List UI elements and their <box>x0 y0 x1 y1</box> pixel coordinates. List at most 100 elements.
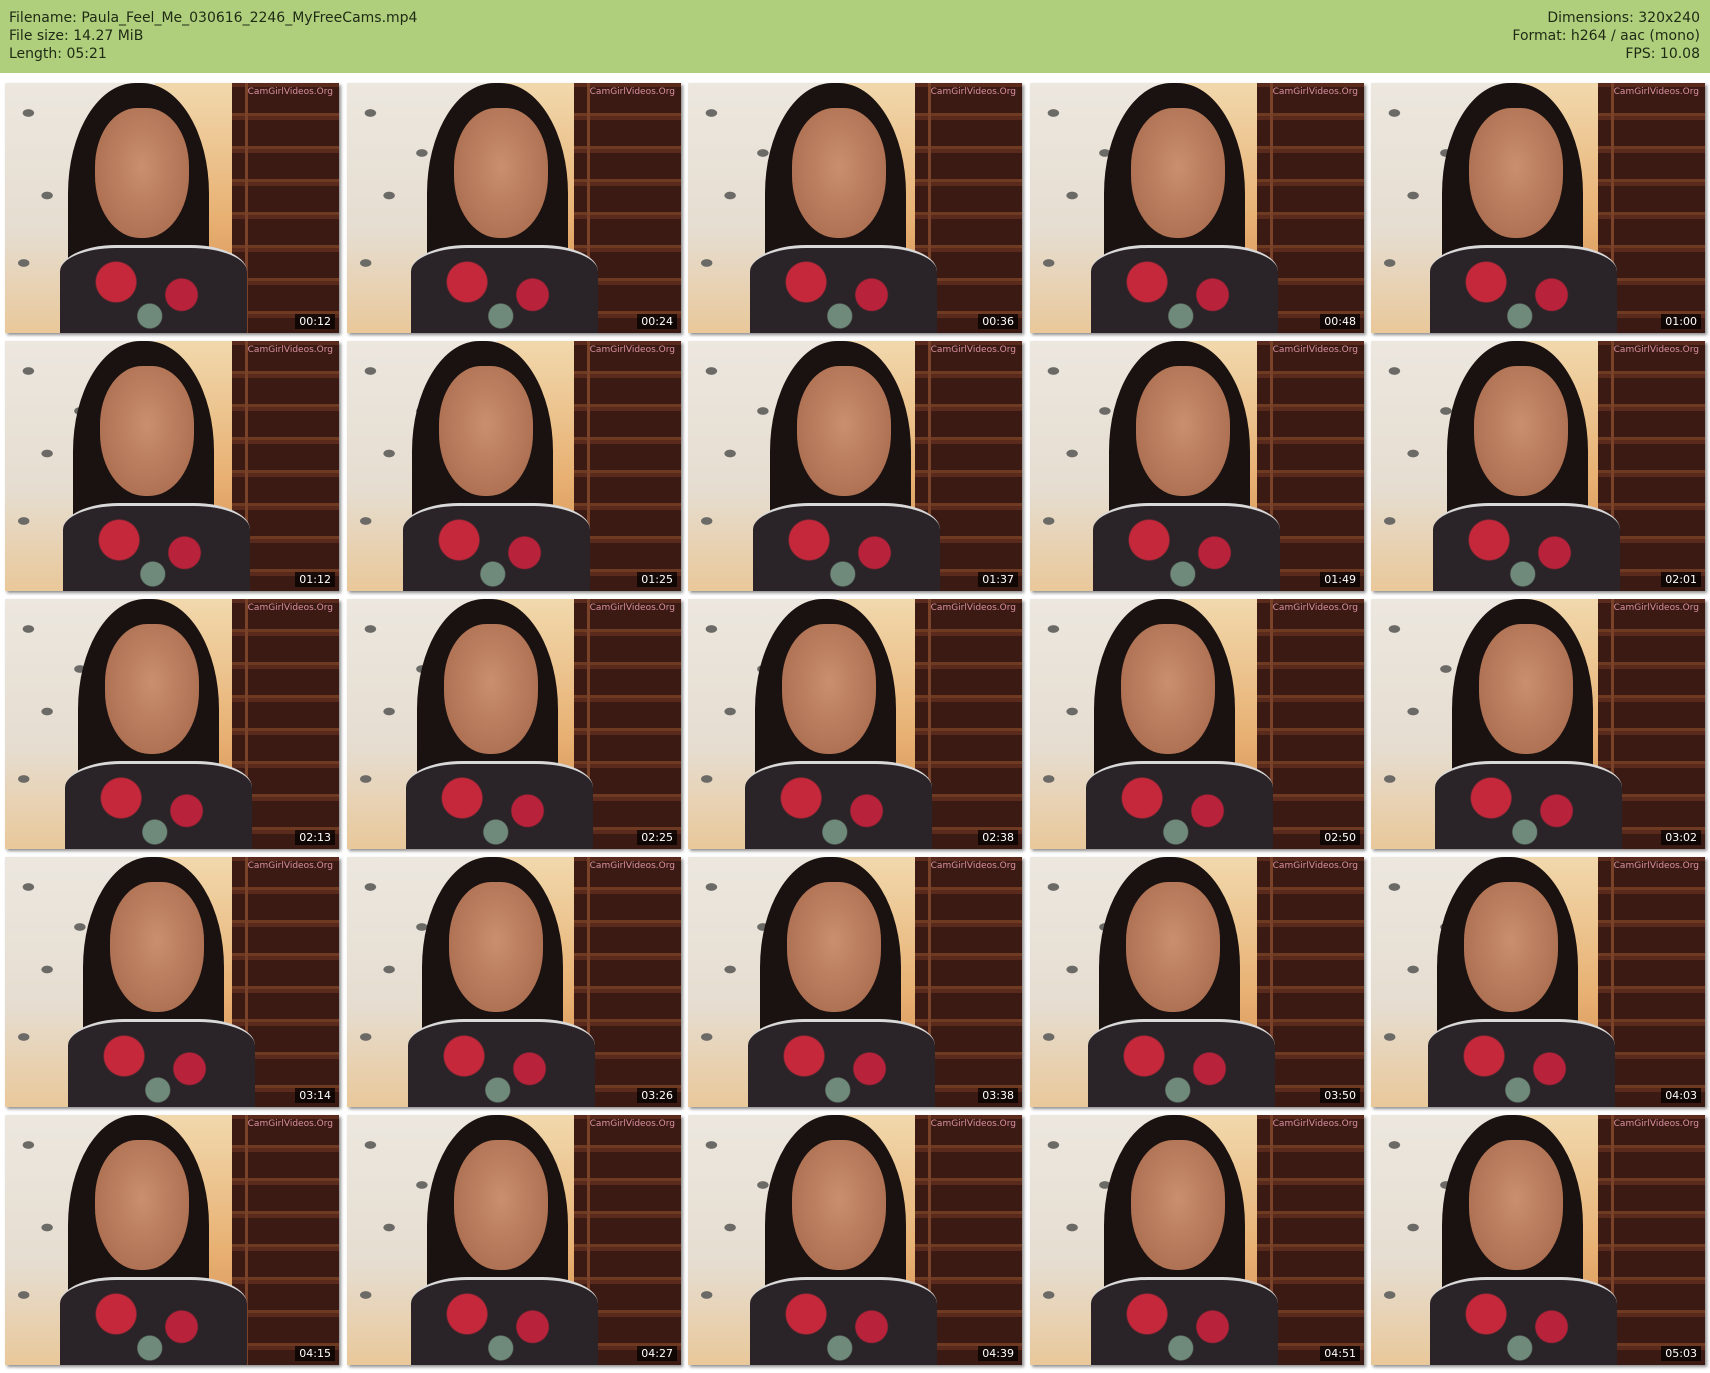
frame-watermark: CamGirlVideos.Org <box>930 603 1016 613</box>
frame-timestamp: 00:36 <box>978 314 1018 329</box>
frame-timestamp: 02:01 <box>1661 572 1701 587</box>
length-label: Length: <box>9 46 63 62</box>
frame-timestamp: 02:25 <box>637 830 677 845</box>
fps-line: FPS: 10.08 <box>1512 45 1700 63</box>
frame-timestamp: 00:12 <box>295 314 335 329</box>
frame-subject-face <box>454 1140 548 1270</box>
frame-watermark: CamGirlVideos.Org <box>247 603 333 613</box>
frame-timestamp: 01:12 <box>295 572 335 587</box>
frame-timestamp: 05:03 <box>1661 1346 1701 1361</box>
frame-timestamp: 02:50 <box>1320 830 1360 845</box>
frame-subject-face <box>787 882 881 1012</box>
frame-subject-face <box>1469 108 1563 238</box>
video-frame-thumbnail[interactable]: CamGirlVideos.Org 02:25 <box>347 599 681 849</box>
frame-watermark: CamGirlVideos.Org <box>1272 861 1358 871</box>
video-frame-thumbnail[interactable]: CamGirlVideos.Org 01:25 <box>347 341 681 591</box>
frame-watermark: CamGirlVideos.Org <box>1272 603 1358 613</box>
frame-timestamp: 04:15 <box>295 1346 335 1361</box>
frame-timestamp: 04:03 <box>1661 1088 1701 1103</box>
video-frame-thumbnail[interactable]: CamGirlVideos.Org 01:12 <box>5 341 339 591</box>
frame-watermark: CamGirlVideos.Org <box>930 861 1016 871</box>
fps-label: FPS: <box>1625 46 1656 62</box>
filesize-value: 14.27 MiB <box>73 28 144 44</box>
dimensions-label: Dimensions: <box>1547 10 1634 26</box>
frame-subject-shirt <box>1428 1019 1616 1107</box>
frame-watermark: CamGirlVideos.Org <box>589 1119 675 1129</box>
frame-subject-face <box>1464 882 1558 1012</box>
video-frame-thumbnail[interactable]: CamGirlVideos.Org 01:37 <box>688 341 1022 591</box>
frame-subject-shirt <box>411 245 599 333</box>
video-frame-thumbnail[interactable]: CamGirlVideos.Org 04:15 <box>5 1115 339 1365</box>
filename-line: Filename: Paula_Feel_Me_030616_2246_MyFr… <box>9 9 417 27</box>
frame-shelf <box>574 341 681 591</box>
video-frame-thumbnail[interactable]: CamGirlVideos.Org 03:02 <box>1371 599 1705 849</box>
frame-subject-shirt <box>750 245 938 333</box>
video-frame-thumbnail[interactable]: CamGirlVideos.Org 04:27 <box>347 1115 681 1365</box>
frame-shelf <box>232 1115 339 1365</box>
video-frame-thumbnail[interactable]: CamGirlVideos.Org 03:38 <box>688 857 1022 1107</box>
video-frame-thumbnail[interactable]: CamGirlVideos.Org 01:49 <box>1030 341 1364 591</box>
frame-timestamp: 03:38 <box>978 1088 1018 1103</box>
frame-watermark: CamGirlVideos.Org <box>930 87 1016 97</box>
frame-subject-shirt <box>745 761 933 849</box>
video-frame-thumbnail[interactable]: CamGirlVideos.Org 03:14 <box>5 857 339 1107</box>
frame-subject-face <box>797 366 891 496</box>
frame-watermark: CamGirlVideos.Org <box>930 345 1016 355</box>
frame-subject-face <box>1474 366 1568 496</box>
fps-value: 10.08 <box>1659 46 1700 62</box>
video-frame-thumbnail[interactable]: CamGirlVideos.Org 04:51 <box>1030 1115 1364 1365</box>
video-frame-thumbnail[interactable]: CamGirlVideos.Org 03:26 <box>347 857 681 1107</box>
frame-watermark: CamGirlVideos.Org <box>589 603 675 613</box>
frame-timestamp: 02:38 <box>978 830 1018 845</box>
info-header: Filename: Paula_Feel_Me_030616_2246_MyFr… <box>0 0 1710 73</box>
video-frame-thumbnail[interactable]: CamGirlVideos.Org 02:01 <box>1371 341 1705 591</box>
length-value: 05:21 <box>66 46 107 62</box>
format-value: h264 / aac (mono) <box>1570 28 1700 44</box>
format-label: Format: <box>1512 28 1567 44</box>
frame-watermark: CamGirlVideos.Org <box>247 345 333 355</box>
frame-subject-shirt <box>1430 245 1618 333</box>
filesize-line: File size: 14.27 MiB <box>9 27 417 45</box>
video-frame-thumbnail[interactable]: CamGirlVideos.Org 00:12 <box>5 83 339 333</box>
video-frame-thumbnail[interactable]: CamGirlVideos.Org 00:24 <box>347 83 681 333</box>
filename-value: Paula_Feel_Me_030616_2246_MyFreeCams.mp4 <box>81 10 418 26</box>
frame-subject-shirt <box>68 1019 256 1107</box>
frame-shelf <box>232 83 339 333</box>
frame-watermark: CamGirlVideos.Org <box>1613 87 1699 97</box>
video-frame-thumbnail[interactable]: CamGirlVideos.Org 00:48 <box>1030 83 1364 333</box>
frame-subject-shirt <box>1088 1019 1276 1107</box>
frame-subject-face <box>449 882 543 1012</box>
video-frame-thumbnail[interactable]: CamGirlVideos.Org 05:03 <box>1371 1115 1705 1365</box>
frame-subject-shirt <box>63 503 251 591</box>
frame-subject-shirt <box>1430 1277 1618 1365</box>
frame-timestamp: 01:00 <box>1661 314 1701 329</box>
frame-subject-face <box>1469 1140 1563 1270</box>
frame-subject-face <box>454 108 548 238</box>
video-frame-thumbnail[interactable]: CamGirlVideos.Org 04:03 <box>1371 857 1705 1107</box>
frame-timestamp: 02:13 <box>295 830 335 845</box>
video-frame-thumbnail[interactable]: CamGirlVideos.Org 02:13 <box>5 599 339 849</box>
video-frame-thumbnail[interactable]: CamGirlVideos.Org 03:50 <box>1030 857 1364 1107</box>
video-frame-thumbnail[interactable]: CamGirlVideos.Org 02:50 <box>1030 599 1364 849</box>
frame-subject-shirt <box>1435 761 1623 849</box>
frame-subject-face <box>782 624 876 754</box>
frame-watermark: CamGirlVideos.Org <box>589 345 675 355</box>
frame-watermark: CamGirlVideos.Org <box>1613 861 1699 871</box>
video-frame-thumbnail[interactable]: CamGirlVideos.Org 04:39 <box>688 1115 1022 1365</box>
filesize-label: File size: <box>9 28 69 44</box>
dimensions-line: Dimensions: 320x240 <box>1512 9 1700 27</box>
frame-subject-face <box>1126 882 1220 1012</box>
video-frame-thumbnail[interactable]: CamGirlVideos.Org 01:00 <box>1371 83 1705 333</box>
video-frame-thumbnail[interactable]: CamGirlVideos.Org 02:38 <box>688 599 1022 849</box>
filename-label: Filename: <box>9 10 77 26</box>
frame-watermark: CamGirlVideos.Org <box>1613 603 1699 613</box>
frame-watermark: CamGirlVideos.Org <box>1272 1119 1358 1129</box>
frame-watermark: CamGirlVideos.Org <box>1613 345 1699 355</box>
frame-timestamp: 04:27 <box>637 1346 677 1361</box>
frame-timestamp: 00:48 <box>1320 314 1360 329</box>
frame-watermark: CamGirlVideos.Org <box>247 861 333 871</box>
video-frame-thumbnail[interactable]: CamGirlVideos.Org 00:36 <box>688 83 1022 333</box>
frame-watermark: CamGirlVideos.Org <box>247 87 333 97</box>
frame-subject-face <box>105 624 199 754</box>
frame-subject-shirt <box>1091 1277 1279 1365</box>
